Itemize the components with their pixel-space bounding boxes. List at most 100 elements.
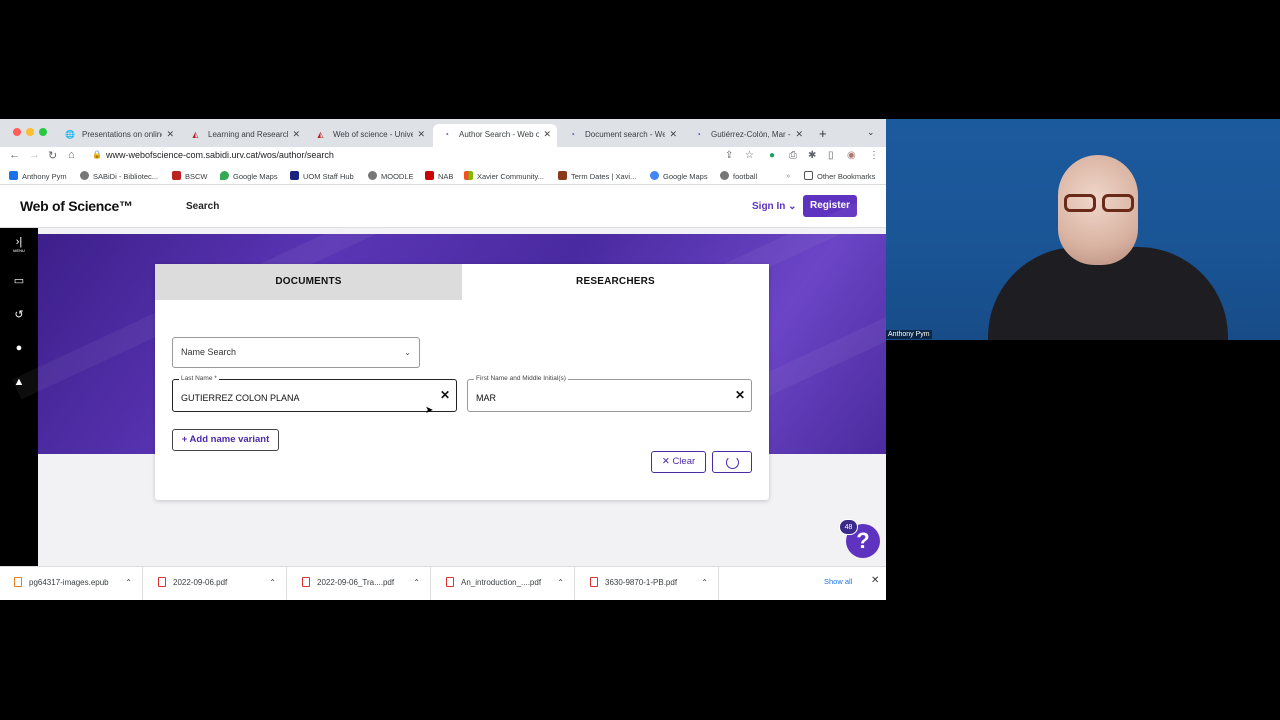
bookmark[interactable]: BSCW <box>172 171 208 181</box>
browser-tab[interactable]: ◭ Web of science - Univers ✕ <box>307 124 431 147</box>
forward-arrow-icon[interactable]: → <box>29 149 40 161</box>
first-name-input[interactable]: MAR <box>476 393 496 403</box>
glasses-lens <box>1102 194 1134 212</box>
browser-tab[interactable]: ◔ Gutiérrez-Colón, Mar - W ✕ <box>685 124 809 147</box>
new-tab-button[interactable]: + <box>819 126 827 141</box>
bookmark[interactable]: UOM Staff Hub <box>290 171 354 181</box>
minimize-window-button[interactable] <box>26 128 34 136</box>
close-tab-icon[interactable]: ✕ <box>669 124 677 145</box>
tab-search-chevron-icon[interactable]: ⌄ <box>867 127 875 138</box>
download-item[interactable]: 2022-09-06_Tra....pdf ⌃ <box>288 567 431 600</box>
chevron-up-icon[interactable]: ⌃ <box>701 567 708 599</box>
bookmark[interactable]: Google Maps <box>650 171 708 181</box>
last-name-input[interactable]: GUTIERREZ COLON PLANA <box>181 393 300 403</box>
urv-icon: ◭ <box>317 130 324 139</box>
more-menu-icon[interactable]: ⋮ <box>869 150 879 161</box>
search-card: DOCUMENTS RESEARCHERS Name Search ⌄ Last… <box>155 264 769 500</box>
chevron-up-icon[interactable]: ⌃ <box>557 567 564 599</box>
bookmark[interactable]: Term Dates | Xavi... <box>558 171 636 181</box>
close-tab-icon[interactable]: ✕ <box>166 124 174 145</box>
web-page: Web of Science™ Search Sign In ⌄ Registe… <box>0 186 886 566</box>
bookmark[interactable]: MOODLE <box>368 171 414 181</box>
last-name-field[interactable]: Last Name * GUTIERREZ COLON PLANA ✕ <box>172 375 457 412</box>
map-pin-icon <box>220 171 229 180</box>
folder-icon[interactable]: ▭ <box>0 274 38 287</box>
browser-tab-active[interactable]: ◔ Author Search - Web of ✕ <box>433 124 557 147</box>
tab-documents[interactable]: DOCUMENTS <box>155 264 462 300</box>
grammarly-icon[interactable]: ● <box>769 150 775 161</box>
profile-avatar[interactable]: ◉ <box>847 150 856 161</box>
bookmark[interactable]: NAB <box>425 171 453 181</box>
bookmark[interactable]: Google Maps <box>220 171 278 181</box>
close-downloads-icon[interactable]: ✕ <box>871 575 879 586</box>
search-type-dropdown[interactable]: Name Search ⌄ <box>172 337 420 368</box>
download-item[interactable]: 3630-9870-1-PB.pdf ⌃ <box>576 567 719 600</box>
bookmark[interactable]: football <box>720 171 757 181</box>
add-name-variant-button[interactable]: + Add name variant <box>172 429 279 451</box>
windows-icon <box>464 171 473 180</box>
chevron-up-icon[interactable]: ⌃ <box>269 567 276 599</box>
share-icon[interactable]: ⇪ <box>725 150 733 161</box>
web-of-science-logo[interactable]: Web of Science™ <box>20 198 133 214</box>
tab-researchers[interactable]: RESEARCHERS <box>462 264 769 300</box>
presenter-glasses <box>1062 194 1138 214</box>
clarivate-icon: ◔ <box>444 130 449 139</box>
downloads-bar: pg64317-images.epub ⌃ 2022-09-06.pdf ⌃ 2… <box>0 566 886 600</box>
bookmark-icon <box>425 171 434 180</box>
browser-tab[interactable]: ◔ Document search - Web ✕ <box>559 124 683 147</box>
side-panel-icon[interactable]: ▯ <box>828 150 834 161</box>
close-tab-icon[interactable]: ✕ <box>417 124 425 145</box>
urv-icon: ◭ <box>192 130 199 139</box>
tab-strip: 🌐 Presentations on online ✕ ◭ Learning a… <box>0 119 886 147</box>
download-item[interactable]: pg64317-images.epub ⌃ <box>0 567 143 600</box>
chevron-down-icon: ⌄ <box>404 348 411 357</box>
search-button[interactable] <box>712 451 752 473</box>
close-tab-icon[interactable]: ✕ <box>292 124 300 145</box>
bookmark-star-icon[interactable]: ☆ <box>745 150 754 161</box>
user-icon[interactable]: ● <box>0 342 38 354</box>
chevron-up-icon[interactable]: ⌃ <box>125 567 132 599</box>
pdf-file-icon <box>590 577 598 587</box>
sign-in-button[interactable]: Sign In ⌄ <box>752 201 797 212</box>
chevron-up-icon[interactable]: ⌃ <box>413 567 420 599</box>
help-badge: 48 <box>839 519 858 535</box>
nav-search-link[interactable]: Search <box>186 201 219 212</box>
clear-first-name-icon[interactable]: ✕ <box>735 388 745 402</box>
home-icon[interactable]: ⌂ <box>68 149 75 161</box>
browser-tab[interactable]: ◭ Learning and Research R ✕ <box>182 124 306 147</box>
first-name-field[interactable]: First Name and Middle Initial(s) MAR ✕ <box>467 375 752 412</box>
bookmark-icon <box>9 171 18 180</box>
bookmark[interactable]: Anthony Pym <box>9 171 67 181</box>
printer-icon[interactable]: ⎙ <box>789 150 797 161</box>
close-tab-icon[interactable]: ✕ <box>795 124 803 145</box>
mouse-cursor-icon: ➤ <box>425 405 434 416</box>
address-bar[interactable]: www-webofscience-com.sabidi.urv.cat/wos/… <box>106 150 334 160</box>
epub-file-icon <box>14 577 22 587</box>
browser-tab[interactable]: 🌐 Presentations on online ✕ <box>56 124 180 147</box>
history-icon[interactable]: ↺ <box>0 308 38 321</box>
google-icon <box>650 171 659 180</box>
show-all-downloads-link[interactable]: Show all <box>824 577 852 586</box>
bookmark[interactable]: Xavier Community... <box>464 171 544 181</box>
clear-button[interactable]: ✕ Clear <box>651 451 706 473</box>
webcam-video: Anthony Pym <box>886 119 1280 340</box>
reload-icon[interactable]: ↻ <box>48 149 57 162</box>
browser-toolbar: ← → ↻ ⌂ 🔒 www-webofscience-com.sabidi.ur… <box>0 147 886 167</box>
other-bookmarks[interactable]: Other Bookmarks <box>804 171 875 181</box>
maximize-window-button[interactable] <box>39 128 47 136</box>
clear-last-name-icon[interactable]: ✕ <box>440 388 450 402</box>
bookmarks-bar: Anthony Pym SABiDi - Bibliotec... BSCW G… <box>0 167 886 185</box>
folder-icon <box>804 171 813 180</box>
globe-icon <box>80 171 89 180</box>
bookmark-icon <box>290 171 299 180</box>
bookmark[interactable]: SABiDi - Bibliotec... <box>80 171 158 181</box>
menu-expand-icon[interactable]: ›| MENU <box>0 236 38 253</box>
overflow-chevron-icon[interactable]: » <box>786 171 790 180</box>
extensions-puzzle-icon[interactable]: ✱ <box>808 150 816 161</box>
download-item[interactable]: 2022-09-06.pdf ⌃ <box>144 567 287 600</box>
download-item[interactable]: An_introduction_....pdf ⌃ <box>432 567 575 600</box>
close-tab-icon[interactable]: ✕ <box>543 124 551 145</box>
back-arrow-icon[interactable]: ← <box>9 149 20 161</box>
close-window-button[interactable] <box>13 128 21 136</box>
globe-icon: 🌐 <box>65 130 75 139</box>
